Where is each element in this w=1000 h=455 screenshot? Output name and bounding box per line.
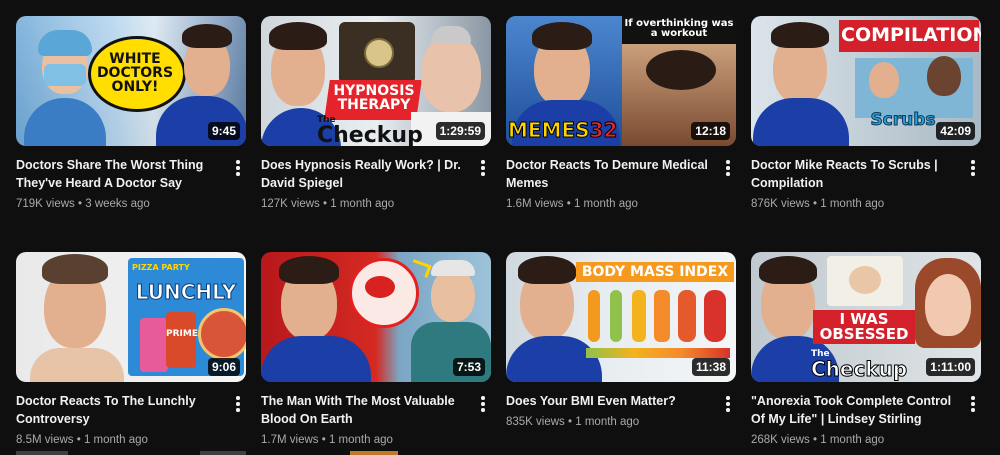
thumbnail-brand: The Checkup	[317, 115, 423, 147]
video-meta: 719K views • 3 weeks ago	[16, 198, 150, 210]
view-count: 268K views	[751, 434, 810, 446]
video-card[interactable]: COMPILATION Scrubs 42:09 Doctor Mike Rea…	[751, 16, 981, 210]
meta-separator: •	[813, 198, 818, 210]
video-duration: 1:11:00	[926, 358, 975, 376]
thumbnail-memes: MEMES32	[508, 118, 618, 142]
view-count: 1.6M views	[506, 198, 564, 210]
video-duration: 42:09	[936, 122, 975, 140]
video-card[interactable]: BODY MASS INDEX 11:38 Does Your BMI Even…	[506, 252, 736, 428]
upload-age: 1 month ago	[328, 434, 393, 446]
meta-separator: •	[568, 416, 573, 428]
meta-separator: •	[566, 198, 571, 210]
video-meta: 835K views • 1 month ago	[506, 416, 639, 428]
video-meta: 1.6M views • 1 month ago	[506, 198, 638, 210]
video-thumbnail[interactable]: COMPILATION Scrubs 42:09	[751, 16, 981, 146]
meta-separator: •	[78, 198, 83, 210]
view-count: 8.5M views	[16, 434, 74, 446]
video-duration: 7:53	[452, 358, 485, 376]
video-title[interactable]: "Anorexia Took Complete Control Of My Li…	[751, 392, 956, 428]
video-duration: 12:18	[691, 122, 730, 140]
next-row-hint	[350, 451, 398, 455]
thumbnail-caption: BODY MASS INDEX	[576, 262, 734, 282]
thumbnail-caption: HYPNOSIS THERAPY	[333, 83, 415, 113]
meta-separator: •	[813, 434, 818, 446]
next-row-hint	[16, 451, 68, 455]
thumbnail-brand: The Checkup	[810, 349, 908, 381]
video-meta: 127K views • 1 month ago	[261, 198, 394, 210]
video-duration: 11:38	[691, 358, 730, 376]
meta-separator: •	[76, 434, 81, 446]
more-vert-icon[interactable]	[720, 158, 736, 178]
video-grid: WHITE DOCTORS ONLY! 9:45 Doctors Share T…	[0, 0, 1000, 455]
more-vert-icon[interactable]	[965, 158, 981, 178]
video-meta: 876K views • 1 month ago	[751, 198, 884, 210]
thumbnail-caption: COMPILATION	[841, 24, 981, 46]
video-thumbnail[interactable]: HYPNOSIS THERAPY The Checkup 1:29:59	[261, 16, 491, 146]
view-count: 1.7M views	[261, 434, 319, 446]
thumbnail-small-text: PIZZA PARTY	[132, 263, 190, 272]
meta-separator: •	[323, 198, 328, 210]
video-meta: 1.7M views • 1 month ago	[261, 434, 393, 446]
meta-separator: •	[321, 434, 326, 446]
video-card[interactable]: PIZZA PARTY LUNCHLY PRIME 9:06 Doctor Re…	[16, 252, 246, 446]
upload-age: 1 month ago	[330, 198, 395, 210]
video-meta: 268K views • 1 month ago	[751, 434, 884, 446]
video-meta: 8.5M views • 1 month ago	[16, 434, 148, 446]
video-thumbnail[interactable]: BODY MASS INDEX 11:38	[506, 252, 736, 382]
more-vert-icon[interactable]	[720, 394, 736, 414]
video-card[interactable]: HYPNOSIS THERAPY The Checkup 1:29:59 Doe…	[261, 16, 491, 210]
more-vert-icon[interactable]	[475, 158, 491, 178]
thumbnail-caption: I WAS OBSESSED	[813, 310, 915, 344]
video-duration: 1:29:59	[435, 122, 485, 140]
more-vert-icon[interactable]	[475, 394, 491, 414]
video-card[interactable]: If overthinking was a workout MEMES32 12…	[506, 16, 736, 210]
view-count: 835K views	[506, 416, 565, 428]
more-vert-icon[interactable]	[965, 394, 981, 414]
upload-age: 1 month ago	[820, 198, 885, 210]
next-row-hint	[200, 451, 246, 455]
upload-age: 1 month ago	[573, 198, 638, 210]
video-card[interactable]: I WAS OBSESSED The Checkup 1:11:00 "Anor…	[751, 252, 981, 446]
upload-age: 1 month ago	[83, 434, 148, 446]
upload-age: 1 month ago	[820, 434, 885, 446]
thumbnail-caption: LUNCHLY	[135, 280, 237, 304]
more-vert-icon[interactable]	[230, 394, 246, 414]
thumbnail-caption: If overthinking was a workout	[624, 18, 734, 39]
view-count: 876K views	[751, 198, 810, 210]
view-count: 719K views	[16, 198, 75, 210]
video-title[interactable]: The Man With The Most Valuable Blood On …	[261, 392, 466, 428]
video-duration: 9:45	[207, 122, 240, 140]
video-duration: 9:06	[207, 358, 240, 376]
video-thumbnail[interactable]: WHITE DOCTORS ONLY! 9:45	[16, 16, 246, 146]
video-thumbnail[interactable]: 7:53	[261, 252, 491, 382]
video-card[interactable]: WHITE DOCTORS ONLY! 9:45 Doctors Share T…	[16, 16, 246, 210]
video-title[interactable]: Doctor Reacts To Demure Medical Memes	[506, 156, 711, 192]
upload-age: 3 weeks ago	[85, 198, 150, 210]
video-thumbnail[interactable]: PIZZA PARTY LUNCHLY PRIME 9:06	[16, 252, 246, 382]
more-vert-icon[interactable]	[230, 158, 246, 178]
upload-age: 1 month ago	[575, 416, 640, 428]
video-title[interactable]: Doctors Share The Worst Thing They've He…	[16, 156, 221, 192]
video-title[interactable]: Doctor Mike Reacts To Scrubs | Compilati…	[751, 156, 956, 192]
video-thumbnail[interactable]: If overthinking was a workout MEMES32 12…	[506, 16, 736, 146]
video-title[interactable]: Does Hypnosis Really Work? | Dr. David S…	[261, 156, 466, 192]
video-title[interactable]: Does Your BMI Even Matter?	[506, 392, 711, 410]
video-thumbnail[interactable]: I WAS OBSESSED The Checkup 1:11:00	[751, 252, 981, 382]
view-count: 127K views	[261, 198, 320, 210]
thumbnail-caption: WHITE DOCTORS ONLY!	[96, 51, 174, 95]
video-title[interactable]: Doctor Reacts To The Lunchly Controversy	[16, 392, 221, 428]
video-card[interactable]: 7:53 The Man With The Most Valuable Bloo…	[261, 252, 491, 446]
thumbnail-can: PRIME	[166, 312, 198, 368]
